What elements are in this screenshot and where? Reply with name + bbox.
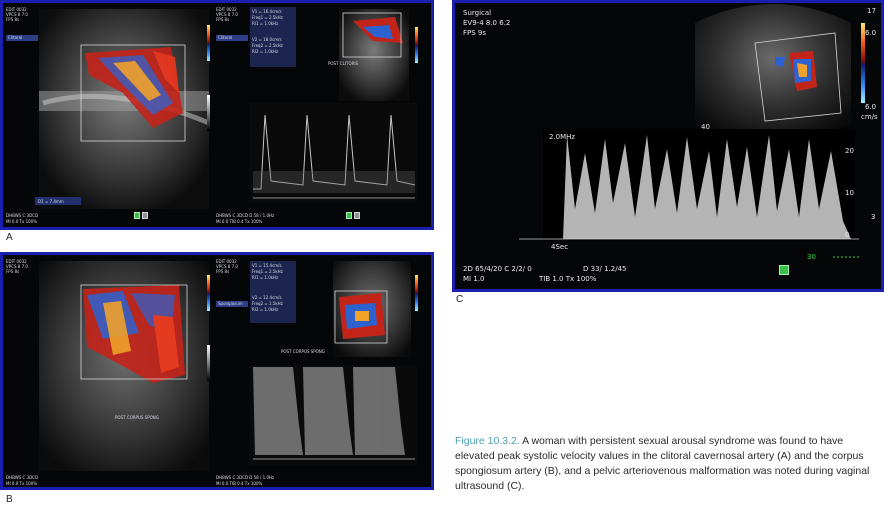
panel-label-a: A xyxy=(6,232,13,243)
footer-b-right-1: DHBWS C 3DCD D 58 / 1.0Hz xyxy=(216,475,275,480)
doppler-tick-10: 10 xyxy=(845,189,854,197)
footer-tag-c: 30 xyxy=(807,253,816,261)
scale-top-c: 6.0 xyxy=(865,29,877,37)
panel-label-b: B xyxy=(6,494,13,505)
header-c-3: FPS 9s xyxy=(463,29,487,37)
image-label-a-right: POST CLITORIS xyxy=(328,61,359,66)
value-a-3: RI1 = 1.0kHz xyxy=(252,21,279,26)
header-b-left-3: FPS 8s xyxy=(6,269,20,274)
save-icon[interactable] xyxy=(142,212,148,219)
value-b-1: V1 = 15.4cm/s xyxy=(252,263,282,268)
side-tab-label-b-right: Spongiosum xyxy=(218,301,243,306)
value-b-2: Freq1 = 2.5kHz xyxy=(252,269,283,274)
doppler-tick-0: 0 xyxy=(845,231,850,239)
gray-scale-bar xyxy=(207,95,210,131)
footer-c-left-2: MI 1.0 xyxy=(463,275,485,283)
color-doppler-flow-b-right xyxy=(339,293,385,339)
figure-number: Figure 10.3.2. xyxy=(455,435,520,447)
panel-c-graphics xyxy=(519,4,865,258)
panel-b-graphics xyxy=(39,261,418,471)
side-tab-label-a-left: Clitoral xyxy=(8,35,23,40)
panel-c: Surgical EV9-4 8.0 6.2 FPS 9s 17 6.0 6.0… xyxy=(452,0,884,292)
measure-a: D1 = 7.4mm xyxy=(38,199,64,204)
freeze-icon[interactable] xyxy=(779,265,789,275)
ultrasound-screen-a: EDIT 0032 VPCS 8 7.0 FPS 8s Clitoral D1 … xyxy=(3,3,431,227)
depth-bottom-c: 40 xyxy=(701,123,710,131)
footer-c-mid-2: TIB 1.0 Tx 100% xyxy=(539,275,597,283)
color-scale-bar xyxy=(207,25,210,61)
image-label-b-right: POST CORPUS SPONG xyxy=(281,349,325,354)
ultrasound-screen-c: Surgical EV9-4 8.0 6.2 FPS 9s 17 6.0 6.0… xyxy=(455,3,881,289)
scale-bottom-c: 6.0 xyxy=(865,103,877,111)
figure-caption: Figure 10.3.2. A woman with persistent s… xyxy=(455,434,875,494)
footer-b-left-2: MI 0.0 Tx 100% xyxy=(6,481,38,486)
value-a-4: V2 = 18.0cm/s xyxy=(252,37,282,42)
freeze-icon[interactable] xyxy=(134,212,140,219)
doppler-freq-c: 2.0MHz xyxy=(549,133,576,141)
footer-c-left-1: 2D 65/4/20 C 2/2/ 0 xyxy=(463,265,532,273)
value-b-3: RI1 = 1.0kHz xyxy=(252,275,279,280)
panel-label-c: C xyxy=(456,294,464,305)
value-a-6: RI2 = 1.0kHz xyxy=(252,49,279,54)
side-tab-label-a-right: Clitoral xyxy=(218,35,233,40)
bmode-image-c xyxy=(695,4,851,140)
header-c-2: EV9-4 8.0 6.2 xyxy=(463,19,511,27)
value-a-1: V1 = 16.4cm/s xyxy=(252,9,282,14)
footer-a-left-1: DHBWS C 3DCD xyxy=(6,213,39,218)
freeze-icon[interactable] xyxy=(346,212,352,219)
scale-unit-c: cm/s xyxy=(861,113,878,121)
value-a-2: Freq1 = 2.5kHz xyxy=(252,15,283,20)
depth-top-c: 17 xyxy=(867,7,876,15)
footer-a-right-1: DHBWS C 3DCD D 58 / 1.0Hz xyxy=(216,213,275,218)
time-label-c: 4Sec xyxy=(551,243,569,251)
value-b-6: RI2 = 1.0kHz xyxy=(252,307,279,312)
footer-a-right-2: MI 0.0 TIB 0.4 Tx 100% xyxy=(216,219,263,224)
footer-b-left-1: DHBWS C 3DCD xyxy=(6,475,39,480)
panel-b: EDIT 0032 VPCS 8 7.0 FPS 8s POST CORPUS … xyxy=(0,252,434,490)
image-label-b-left: POST CORPUS SPONG xyxy=(115,415,159,420)
panel-a: EDIT 0032 VPCS 8 7.0 FPS 8s Clitoral D1 … xyxy=(0,0,434,230)
value-b-4: V2 = 12.4cm/s xyxy=(252,295,282,300)
header-c-1: Surgical xyxy=(463,9,492,17)
value-a-5: Freq2 = 2.5kHz xyxy=(252,43,283,48)
spectral-doppler-b xyxy=(253,367,405,455)
footer-b-right-2: MI 0.0 TIB 0.4 Tx 100% xyxy=(216,481,263,486)
header-b-right-3: FPS 8s xyxy=(216,269,230,274)
save-icon[interactable] xyxy=(354,212,360,219)
footer-a-left-2: MI 0.0 Tx 100% xyxy=(6,219,38,224)
value-b-5: Freq2 = 1.5kHz xyxy=(252,301,283,306)
header-a-left-3: FPS 8s xyxy=(6,17,20,22)
ultrasound-screen-b: EDIT 0032 VPCS 8 7.0 FPS 8s POST CORPUS … xyxy=(3,255,431,487)
footer-c-mid-1: D 33/ 1.2/45 xyxy=(583,265,627,273)
doppler-tick-20: 20 xyxy=(845,147,854,155)
doppler-right-c: 3 xyxy=(871,213,876,221)
header-a-right-3: FPS 8s xyxy=(216,17,230,22)
